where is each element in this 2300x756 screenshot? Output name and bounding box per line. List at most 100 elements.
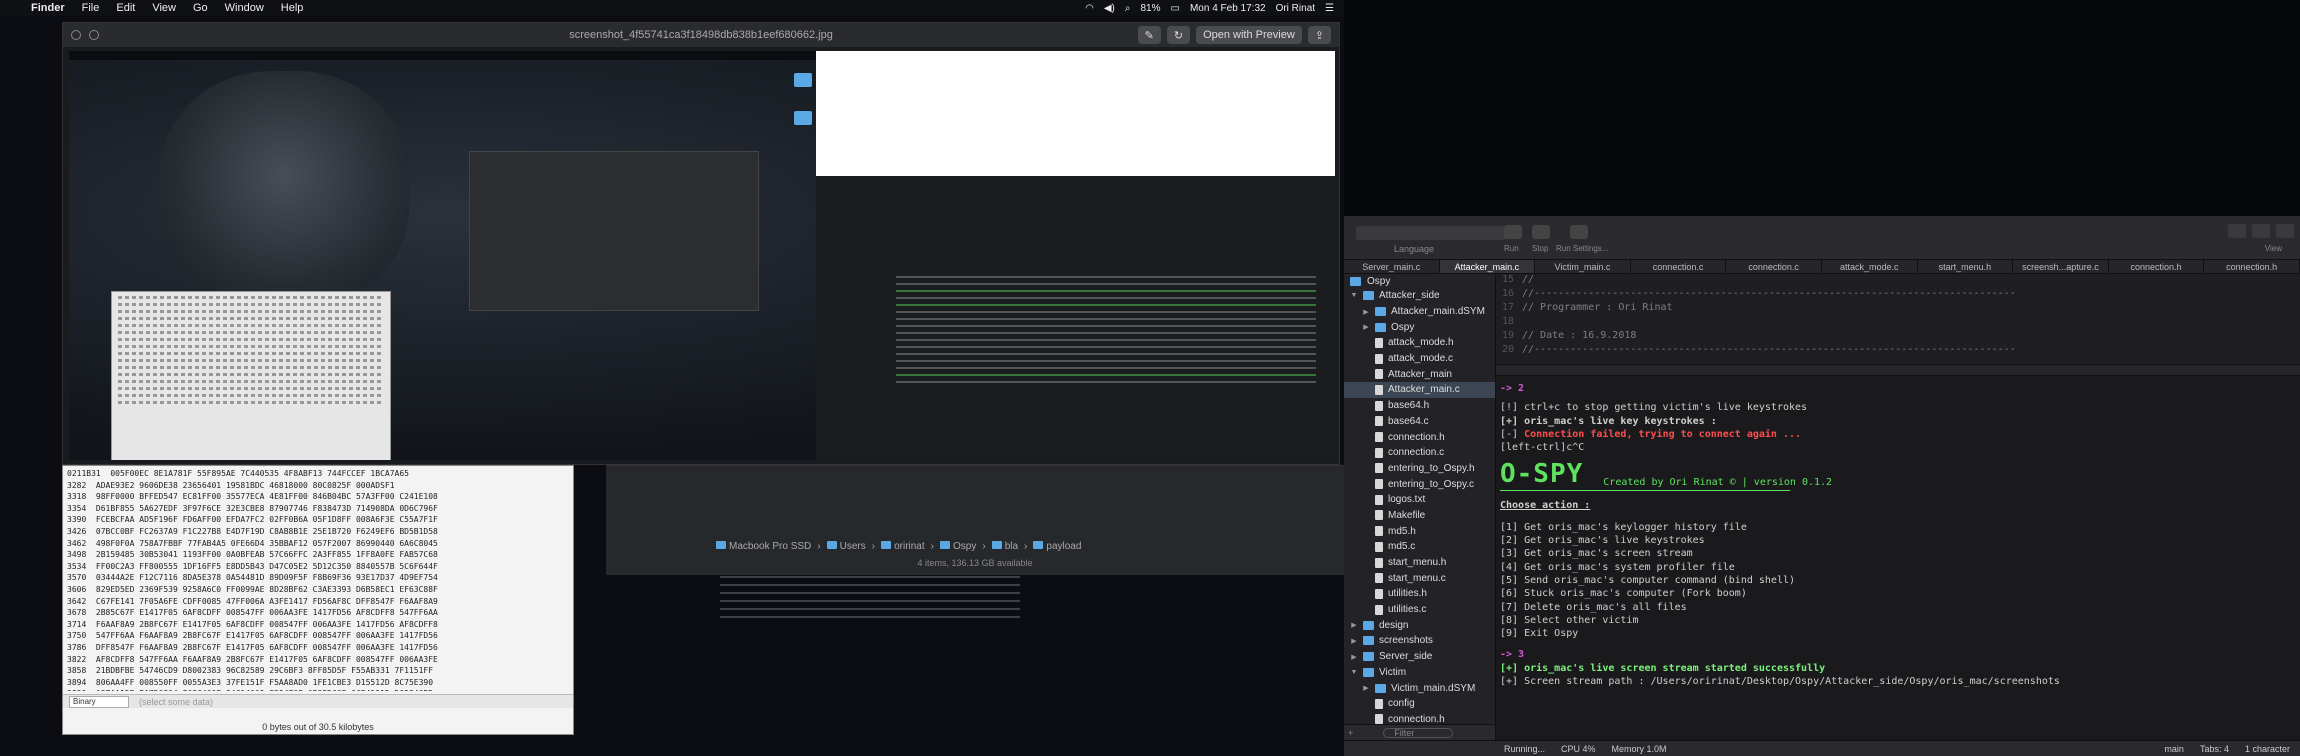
hex-row[interactable]: 3426 07BCC0BF FC2637A9 F1C227B8 E4D7F19D… bbox=[67, 526, 569, 538]
navigator-file[interactable]: config bbox=[1344, 696, 1495, 712]
tab-attack-mode[interactable]: attack_mode.c bbox=[1822, 260, 1918, 273]
navigator-folder[interactable]: ▶ Ospy bbox=[1344, 319, 1495, 335]
navigator-folder[interactable]: ▶ screenshots bbox=[1344, 633, 1495, 649]
path-segment[interactable]: bla bbox=[991, 541, 1018, 552]
hex-row[interactable]: 3390 FCEBCFAA AD5F196F FD6AFF00 EFDA7FC2… bbox=[67, 514, 569, 526]
hex-row[interactable]: 3534 FF00C2A3 FF800555 1DF16FF5 E8DD5B43… bbox=[67, 561, 569, 573]
navigator-toggle-icon[interactable] bbox=[2228, 224, 2246, 238]
navigator-file[interactable]: utilities.h bbox=[1344, 586, 1495, 602]
desktop-folder-icon[interactable] bbox=[794, 73, 812, 87]
navigator-file[interactable]: entering_to_Ospy.c bbox=[1344, 476, 1495, 492]
run-button[interactable] bbox=[1504, 225, 1522, 239]
hex-row[interactable]: 3750 547FF6AA F6AAF8A9 2B8FC67F E1417F05… bbox=[67, 630, 569, 642]
rotate-icon[interactable]: ↻ bbox=[1166, 26, 1191, 44]
tab-connection-c-2[interactable]: connection.c bbox=[1726, 260, 1822, 273]
hex-row[interactable]: 3462 498F0F0A 758A7FBBF 77FAB4A5 0FE66D4… bbox=[67, 538, 569, 550]
navigator-folder[interactable]: ▶ Victim_main.dSYM bbox=[1344, 680, 1495, 696]
path-segment[interactable]: oririnat bbox=[881, 541, 925, 552]
hex-row[interactable]: 3642 C67FE141 7F05A6FE CDFF0085 47FF006A… bbox=[67, 596, 569, 608]
user-name[interactable]: Ori Rinat bbox=[1276, 3, 1315, 14]
navigator-folder[interactable]: ▼ Attacker_side bbox=[1344, 288, 1495, 304]
menu-go[interactable]: Go bbox=[193, 2, 208, 14]
hex-row[interactable]: 3678 2B85C67F E1417F05 6AF8CDFF 008547FF… bbox=[67, 607, 569, 619]
navigator-file[interactable]: base64.h bbox=[1344, 398, 1495, 414]
hex-row[interactable]: 3606 829ED5ED 2369F539 9258A6C0 FF0099AE… bbox=[67, 584, 569, 596]
share-icon[interactable]: ⇪ bbox=[1307, 26, 1331, 44]
debug-toggle-icon[interactable] bbox=[2252, 224, 2270, 238]
navigator-file[interactable]: logos.txt bbox=[1344, 492, 1495, 508]
disclosure-closed-icon[interactable]: ▶ bbox=[1362, 684, 1370, 692]
navigator-file[interactable]: start_menu.c bbox=[1344, 570, 1495, 586]
path-segment[interactable]: Ospy bbox=[940, 541, 976, 552]
navigator-folder[interactable]: ▶ design bbox=[1344, 617, 1495, 633]
navigator-file[interactable]: base64.c bbox=[1344, 414, 1495, 430]
debug-console[interactable]: -> 2 [!] ctrl+c to stop getting victim's… bbox=[1496, 376, 2300, 740]
hex-row[interactable]: 3354 D61BF855 5A627EDF 3F97F6CE 32E3CBE8… bbox=[67, 503, 569, 515]
disclosure-closed-icon[interactable]: ▶ bbox=[1362, 323, 1370, 331]
disclosure-open-icon[interactable]: ▼ bbox=[1350, 292, 1358, 299]
hex-row[interactable]: 3714 F6AAF8A9 2B8FC67F E1417F05 6AF8CDFF… bbox=[67, 619, 569, 631]
menu-edit[interactable]: Edit bbox=[116, 2, 135, 14]
stop-button[interactable] bbox=[1532, 225, 1550, 239]
navigator-file[interactable]: Attacker_main.c bbox=[1344, 382, 1495, 398]
tab-connection-h-2[interactable]: connection.h bbox=[2204, 260, 2300, 273]
hex-row[interactable]: 3894 806AA4FF 008550FF 0055A3E3 37FE151F… bbox=[67, 677, 569, 689]
disclosure-closed-icon[interactable]: ▶ bbox=[1350, 621, 1358, 629]
menu-app-finder[interactable]: Finder bbox=[31, 2, 65, 14]
open-with-preview-button[interactable]: Open with Preview bbox=[1196, 26, 1302, 44]
navigator-file[interactable]: entering_to_Ospy.h bbox=[1344, 461, 1495, 477]
utilities-toggle-icon[interactable] bbox=[2276, 224, 2294, 238]
desktop-folder-icon[interactable] bbox=[794, 111, 812, 125]
menu-list-icon[interactable]: ☰ bbox=[1325, 3, 1334, 14]
hex-row[interactable]: 3570 03444A2E F12C7116 8DA5E378 0A54481D… bbox=[67, 572, 569, 584]
volume-icon[interactable]: ◀) bbox=[1104, 3, 1115, 14]
path-segment[interactable]: Users bbox=[826, 541, 866, 552]
hex-row[interactable]: 3498 2B159485 30B53041 1193FF00 0A0BFEAB… bbox=[67, 549, 569, 561]
scheme-selector[interactable] bbox=[1356, 226, 1506, 240]
hex-row[interactable]: 3930 A37AA15E EA7D6804 F68C460F 94C14609… bbox=[67, 688, 569, 691]
filter-input[interactable]: Filter bbox=[1383, 727, 1454, 738]
navigator-file[interactable]: Attacker_main bbox=[1344, 366, 1495, 382]
git-branch[interactable]: main bbox=[2164, 744, 2184, 754]
navigator-file[interactable]: md5.c bbox=[1344, 539, 1495, 555]
navigator-folder[interactable]: ▶ Attacker_main.dSYM bbox=[1344, 304, 1495, 320]
disclosure-closed-icon[interactable]: ▶ bbox=[1350, 637, 1358, 645]
hex-row[interactable]: 0211B31 005F00EC 8E1A781F 55F895AE 7C440… bbox=[67, 468, 569, 480]
hex-row[interactable]: 3822 AF8CDFF8 547FF6AA F6AAF8A9 2B8FC67F… bbox=[67, 654, 569, 666]
navigator-file[interactable]: utilities.c bbox=[1344, 602, 1495, 618]
navigator-file[interactable]: attack_mode.c bbox=[1344, 351, 1495, 367]
menu-window[interactable]: Window bbox=[225, 2, 264, 14]
navigator-file[interactable]: start_menu.h bbox=[1344, 555, 1495, 571]
disclosure-closed-icon[interactable]: ▶ bbox=[1362, 308, 1370, 316]
navigator-folder[interactable]: ▶ Server_side bbox=[1344, 649, 1495, 665]
tab-screenshot-capture[interactable]: screensh...apture.c bbox=[2013, 260, 2109, 273]
hex-row[interactable]: 3318 98FF0000 BFFED547 EC81FF00 35577ECA… bbox=[67, 491, 569, 503]
tab-attacker-main[interactable]: Attacker_main.c bbox=[1439, 260, 1536, 273]
hex-row[interactable]: 3858 21BDBFBE 54746CD9 D8002383 96C82589… bbox=[67, 665, 569, 677]
disclosure-closed-icon[interactable]: ▶ bbox=[1350, 653, 1358, 661]
tab-server-main[interactable]: Server_main.c bbox=[1344, 260, 1440, 273]
add-icon[interactable]: + bbox=[1348, 728, 1353, 738]
disclosure-open-icon[interactable]: ▼ bbox=[1350, 669, 1358, 676]
encoding-select[interactable]: Binary bbox=[69, 695, 129, 708]
path-segment[interactable]: Macbook Pro SSD bbox=[716, 541, 811, 552]
hex-row[interactable]: 3282 ADAE93E2 9606DE38 23656401 19581BDC… bbox=[67, 480, 569, 492]
tab-width[interactable]: Tabs: 4 bbox=[2200, 744, 2229, 754]
navigator-folder[interactable]: ▼ Victim bbox=[1344, 665, 1495, 681]
menu-help[interactable]: Help bbox=[281, 2, 304, 14]
navigator-file[interactable]: attack_mode.h bbox=[1344, 335, 1495, 351]
tab-start-menu[interactable]: start_menu.h bbox=[1918, 260, 2014, 273]
navigator-file[interactable]: connection.h bbox=[1344, 429, 1495, 445]
tab-victim-main[interactable]: Victim_main.c bbox=[1535, 260, 1631, 273]
path-segment[interactable]: payload bbox=[1033, 541, 1081, 552]
menu-file[interactable]: File bbox=[82, 2, 100, 14]
battery-percent[interactable]: 81% bbox=[1141, 3, 1161, 14]
wifi-icon[interactable]: ◠ bbox=[1085, 3, 1094, 14]
datetime[interactable]: Mon 4 Feb 17:32 bbox=[1190, 3, 1266, 14]
hex-row[interactable]: 3786 DFF8547F F6AAF8A9 2B8FC67F E1417F05… bbox=[67, 642, 569, 654]
markup-icon[interactable]: ✎ bbox=[1137, 26, 1161, 44]
search-icon[interactable]: ⌕ bbox=[1125, 3, 1131, 14]
navigator-file[interactable]: connection.c bbox=[1344, 445, 1495, 461]
navigator-file[interactable]: Makefile bbox=[1344, 508, 1495, 524]
navigator-file[interactable]: md5.h bbox=[1344, 523, 1495, 539]
